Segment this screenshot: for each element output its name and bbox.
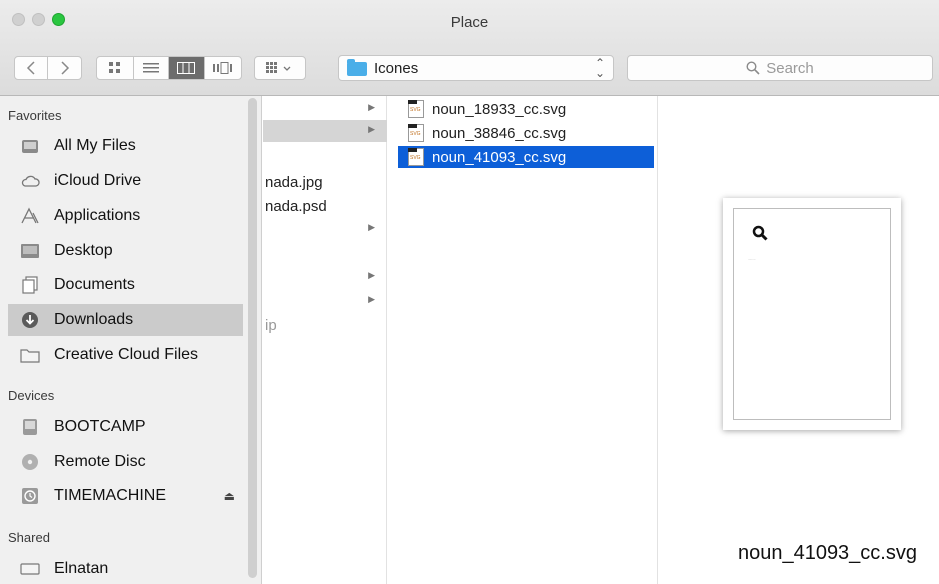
desktop-icon [20, 242, 40, 260]
sidebar-item-creative-cloud-files[interactable]: Creative Cloud Files [8, 339, 243, 371]
list-item-label: nada.psd [265, 198, 327, 215]
forward-button[interactable] [48, 57, 81, 79]
svg-file-icon [408, 124, 424, 142]
sidebar-item-desktop[interactable]: Desktop [8, 235, 243, 267]
list-item[interactable]: ▶ [263, 120, 387, 142]
list-item-label: ip [265, 317, 277, 334]
sidebar-item-remote-disc[interactable]: Remote Disc [8, 446, 243, 478]
sidebar-item-label: TIMEMACHINE [54, 487, 166, 504]
popup-arrows-icon: ⌃ ⌄ [594, 56, 605, 80]
window-title: Place [450, 14, 489, 31]
column-view-icon [177, 62, 196, 74]
sidebar-item-bootcamp[interactable]: BOOTCAMP [8, 411, 243, 443]
sidebar-item-elnatan[interactable]: Elnatan [8, 553, 243, 584]
nav-buttons [14, 56, 82, 80]
list-item[interactable]: ▶ [263, 290, 387, 312]
eject-icon[interactable]: ⏏ [224, 489, 235, 503]
browser-column-parent: ▶ ▶ nada.jpg nada.psd ▶ ▶ ▶ ip [263, 96, 387, 584]
window-titlebar: Place Icones ⌃ ⌄ Search [0, 0, 939, 96]
icon-view-icon [108, 62, 120, 73]
cover-flow-icon [212, 62, 232, 74]
svg-file-icon [408, 148, 424, 166]
list-item[interactable] [263, 339, 387, 361]
all-files-icon [20, 137, 40, 155]
back-button[interactable] [15, 57, 49, 79]
list-item[interactable] [263, 148, 387, 170]
disk-icon [20, 418, 40, 436]
svg-file-icon [408, 100, 424, 118]
preview-caption: ......... [748, 257, 756, 261]
file-name: noun_38846_cc.svg [432, 124, 567, 142]
preview-pane: ......... noun_41093_cc.svg [659, 96, 939, 584]
sidebar-item-label: Applications [54, 207, 141, 224]
folder-icon [347, 59, 367, 76]
cover-flow-button[interactable] [205, 57, 241, 79]
time-machine-icon [20, 487, 40, 505]
downloads-icon [20, 311, 40, 329]
disclosure-arrow-icon: ▶ [368, 124, 375, 134]
icon-view-button[interactable] [97, 57, 134, 79]
search-field[interactable]: Search [627, 55, 933, 81]
sidebar-item-label: Creative Cloud Files [54, 346, 199, 363]
disclosure-arrow-icon: ▶ [368, 222, 375, 232]
preview-page: ......... [733, 208, 891, 420]
path-folder-label: Icones [374, 60, 419, 77]
sidebar-scrollbar[interactable] [248, 98, 257, 578]
sidebar: Favorites All My Files iCloud Drive Appl… [0, 96, 262, 584]
file-row[interactable]: noun_18933_cc.svg [398, 98, 654, 120]
list-item[interactable]: nada.jpg [263, 172, 387, 194]
sidebar-item-label: Remote Disc [54, 453, 146, 470]
list-item-label: nada.jpg [265, 174, 323, 191]
list-item[interactable]: ▶ [263, 98, 387, 120]
sidebar-item-timemachine[interactable]: TIMEMACHINE ⏏ [8, 480, 243, 512]
devices-header: Devices [8, 388, 55, 403]
sidebar-item-label: All My Files [54, 137, 136, 154]
sidebar-item-label: Desktop [54, 242, 113, 259]
sidebar-item-label: iCloud Drive [54, 172, 142, 189]
sidebar-item-label: Documents [54, 276, 135, 293]
list-item[interactable]: nada.psd [263, 196, 387, 218]
disclosure-arrow-icon: ▶ [368, 270, 375, 280]
folder-icon [20, 346, 40, 364]
search-placeholder: Search [766, 59, 814, 77]
chevron-right-icon [60, 61, 69, 75]
sidebar-item-icloud-drive[interactable]: iCloud Drive [8, 165, 243, 197]
list-view-icon [142, 63, 159, 73]
favorites-header: Favorites [8, 108, 62, 123]
list-item[interactable]: ▶ [263, 218, 387, 240]
remote-disc-icon [20, 453, 40, 471]
list-view-button[interactable] [134, 57, 170, 79]
list-item[interactable]: ip [263, 315, 387, 337]
magnifier-icon [752, 225, 768, 241]
list-item[interactable]: ▶ [263, 266, 387, 288]
view-mode-control [96, 56, 242, 80]
sidebar-item-documents[interactable]: Documents [8, 269, 243, 301]
browser-column-files: noun_18933_cc.svg noun_38846_cc.svg noun… [396, 96, 658, 584]
search-icon [746, 61, 760, 75]
computer-icon [20, 560, 40, 578]
cloud-icon [20, 172, 40, 190]
arrange-button[interactable] [254, 56, 306, 80]
sidebar-item-label: Elnatan [54, 560, 109, 577]
file-preview-thumbnail: ......... [723, 198, 901, 430]
sidebar-item-label: Downloads [54, 311, 134, 328]
file-row-selected[interactable]: noun_41093_cc.svg [398, 146, 654, 168]
sidebar-item-label: BOOTCAMP [54, 418, 146, 435]
disclosure-arrow-icon: ▶ [368, 102, 375, 112]
preview-file-name: noun_41093_cc.svg [737, 542, 917, 564]
file-row[interactable]: noun_38846_cc.svg [398, 122, 654, 144]
shared-header: Shared [8, 530, 50, 545]
file-name: noun_41093_cc.svg [432, 148, 567, 166]
arrange-icon [266, 62, 291, 73]
path-popup-button[interactable]: Icones ⌃ ⌄ [338, 55, 614, 81]
sidebar-item-all-my-files[interactable]: All My Files [8, 130, 243, 162]
chevron-left-icon [26, 61, 35, 75]
file-name: noun_18933_cc.svg [432, 100, 567, 118]
documents-icon [20, 276, 40, 294]
applications-icon [20, 207, 40, 225]
sidebar-item-downloads[interactable]: Downloads [8, 304, 243, 336]
disclosure-arrow-icon: ▶ [368, 294, 375, 304]
column-view-button[interactable] [169, 57, 205, 79]
sidebar-item-applications[interactable]: Applications [8, 200, 243, 232]
